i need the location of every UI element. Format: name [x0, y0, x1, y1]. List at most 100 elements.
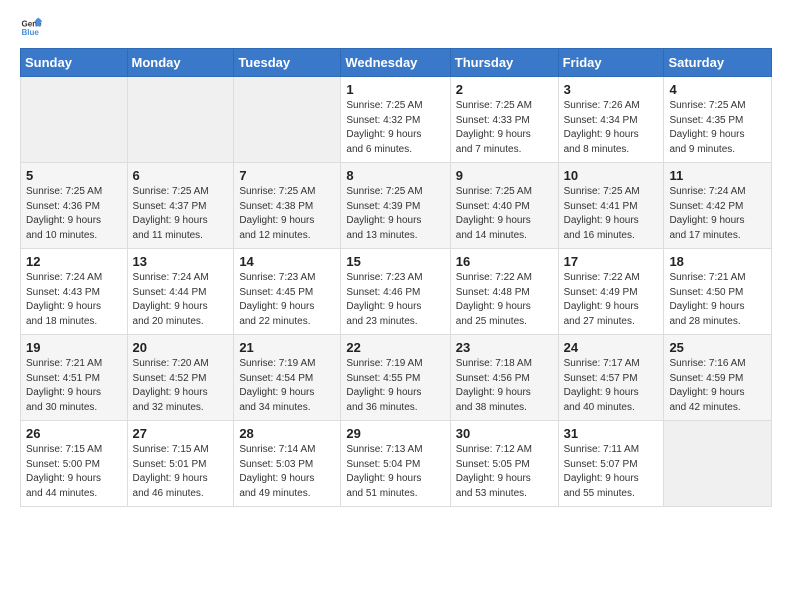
calendar-cell: 27Sunrise: 7:15 AMSunset: 5:01 PMDayligh… — [127, 421, 234, 507]
day-info: Sunrise: 7:19 AMSunset: 4:54 PMDaylight:… — [239, 357, 335, 415]
day-info: Sunrise: 7:22 AMSunset: 4:49 PMDaylight:… — [564, 271, 659, 329]
day-info: Sunrise: 7:13 AMSunset: 5:04 PMDaylight:… — [346, 443, 444, 501]
day-info: Sunrise: 7:15 AMSunset: 5:00 PMDaylight:… — [26, 443, 122, 501]
day-number: 31 — [564, 426, 659, 441]
calendar-cell: 9 Sunrise: 7:25 AMSunset: 4:40 PMDaylight… — [450, 163, 558, 249]
day-number: 15 — [346, 254, 444, 269]
calendar-cell: 26Sunrise: 7:15 AMSunset: 5:00 PMDayligh… — [21, 421, 128, 507]
calendar-cell: 17Sunrise: 7:22 AMSunset: 4:49 PMDayligh… — [558, 249, 664, 335]
weekday-header: Thursday — [450, 49, 558, 77]
day-number: 20 — [133, 340, 229, 355]
day-number: 18 — [669, 254, 766, 269]
calendar-cell: 21Sunrise: 7:19 AMSunset: 4:54 PMDayligh… — [234, 335, 341, 421]
day-info: Sunrise: 7:11 AMSunset: 5:07 PMDaylight:… — [564, 443, 659, 501]
calendar-cell — [234, 77, 341, 163]
day-number: 5 — [26, 168, 122, 183]
day-number: 16 — [456, 254, 553, 269]
day-number: 28 — [239, 426, 335, 441]
svg-text:Blue: Blue — [21, 28, 39, 37]
day-info: Sunrise: 7:25 AMSunset: 4:40 PMDaylight:… — [456, 185, 553, 243]
calendar-cell: 25 Sunrise: 7:16 AMSunset: 4:59 PMDayligh… — [664, 335, 772, 421]
calendar-cell: 22 Sunrise: 7:19 AMSunset: 4:55 PMDayligh… — [341, 335, 450, 421]
calendar-cell: 24 Sunrise: 7:17 AMSunset: 4:57 PMDayligh… — [558, 335, 664, 421]
day-info: Sunrise: 7:25 AMSunset: 4:37 PMDaylight:… — [133, 185, 229, 243]
logo: General Blue — [20, 16, 46, 38]
calendar-cell: 14 Sunrise: 7:23 AMSunset: 4:45 PMDayligh… — [234, 249, 341, 335]
day-info: Sunrise: 7:25 AMSunset: 4:32 PMDaylight:… — [346, 99, 444, 157]
day-info: Sunrise: 7:26 AMSunset: 4:34 PMDaylight:… — [564, 99, 659, 157]
day-info: Sunrise: 7:14 AMSunset: 5:03 PMDaylight:… — [239, 443, 335, 501]
day-info: Sunrise: 7:23 AMSunset: 4:45 PMDaylight:… — [239, 271, 335, 329]
calendar-cell: 30Sunrise: 7:12 AMSunset: 5:05 PMDayligh… — [450, 421, 558, 507]
day-number: 19 — [26, 340, 122, 355]
page-container: General Blue SundayMondayTuesdayWednesda… — [0, 0, 792, 527]
day-number: 23 — [456, 340, 553, 355]
day-info: Sunrise: 7:19 AMSunset: 4:55 PMDaylight:… — [346, 357, 444, 415]
day-number: 27 — [133, 426, 229, 441]
calendar-cell: 13 Sunrise: 7:24 AMSunset: 4:44 PMDayligh… — [127, 249, 234, 335]
calendar-cell: 1 Sunrise: 7:25 AMSunset: 4:32 PMDaylight… — [341, 77, 450, 163]
calendar-cell: 19Sunrise: 7:21 AMSunset: 4:51 PMDayligh… — [21, 335, 128, 421]
day-number: 14 — [239, 254, 335, 269]
day-number: 9 — [456, 168, 553, 183]
day-info: Sunrise: 7:24 AMSunset: 4:42 PMDaylight:… — [669, 185, 766, 243]
day-info: Sunrise: 7:20 AMSunset: 4:52 PMDaylight:… — [133, 357, 229, 415]
day-number: 24 — [564, 340, 659, 355]
weekday-header: Tuesday — [234, 49, 341, 77]
weekday-header: Monday — [127, 49, 234, 77]
calendar-cell — [127, 77, 234, 163]
calendar-cell: 12 Sunrise: 7:24 AMSunset: 4:43 PMDayligh… — [21, 249, 128, 335]
day-info: Sunrise: 7:25 AMSunset: 4:35 PMDaylight:… — [669, 99, 766, 157]
day-number: 12 — [26, 254, 122, 269]
calendar-week-row: 5Sunrise: 7:25 AMSunset: 4:36 PMDaylight… — [21, 163, 772, 249]
day-number: 2 — [456, 82, 553, 97]
calendar-cell: 7 Sunrise: 7:25 AMSunset: 4:38 PMDaylight… — [234, 163, 341, 249]
calendar-header-row: SundayMondayTuesdayWednesdayThursdayFrid… — [21, 49, 772, 77]
weekday-header: Friday — [558, 49, 664, 77]
logo-icon: General Blue — [20, 16, 42, 38]
calendar-cell: 5Sunrise: 7:25 AMSunset: 4:36 PMDaylight… — [21, 163, 128, 249]
calendar-cell: 28 Sunrise: 7:14 AMSunset: 5:03 PMDayligh… — [234, 421, 341, 507]
calendar-week-row: 1 Sunrise: 7:25 AMSunset: 4:32 PMDaylight… — [21, 77, 772, 163]
calendar-cell: 16 Sunrise: 7:22 AMSunset: 4:48 PMDayligh… — [450, 249, 558, 335]
calendar-week-row: 19Sunrise: 7:21 AMSunset: 4:51 PMDayligh… — [21, 335, 772, 421]
day-number: 8 — [346, 168, 444, 183]
day-number: 10 — [564, 168, 659, 183]
day-info: Sunrise: 7:17 AMSunset: 4:57 PMDaylight:… — [564, 357, 659, 415]
calendar-cell: 29Sunrise: 7:13 AMSunset: 5:04 PMDayligh… — [341, 421, 450, 507]
day-info: Sunrise: 7:25 AMSunset: 4:38 PMDaylight:… — [239, 185, 335, 243]
day-number: 4 — [669, 82, 766, 97]
calendar-cell — [21, 77, 128, 163]
calendar-cell: 20 Sunrise: 7:20 AMSunset: 4:52 PMDayligh… — [127, 335, 234, 421]
day-number: 13 — [133, 254, 229, 269]
day-info: Sunrise: 7:16 AMSunset: 4:59 PMDaylight:… — [669, 357, 766, 415]
day-number: 3 — [564, 82, 659, 97]
calendar-cell: 11 Sunrise: 7:24 AMSunset: 4:42 PMDayligh… — [664, 163, 772, 249]
calendar-week-row: 12 Sunrise: 7:24 AMSunset: 4:43 PMDayligh… — [21, 249, 772, 335]
day-info: Sunrise: 7:25 AMSunset: 4:41 PMDaylight:… — [564, 185, 659, 243]
day-number: 30 — [456, 426, 553, 441]
day-info: Sunrise: 7:18 AMSunset: 4:56 PMDaylight:… — [456, 357, 553, 415]
day-info: Sunrise: 7:24 AMSunset: 4:44 PMDaylight:… — [133, 271, 229, 329]
day-info: Sunrise: 7:25 AMSunset: 4:33 PMDaylight:… — [456, 99, 553, 157]
day-info: Sunrise: 7:24 AMSunset: 4:43 PMDaylight:… — [26, 271, 122, 329]
day-number: 1 — [346, 82, 444, 97]
calendar-cell: 10 Sunrise: 7:25 AMSunset: 4:41 PMDayligh… — [558, 163, 664, 249]
calendar-cell: 18 Sunrise: 7:21 AMSunset: 4:50 PMDayligh… — [664, 249, 772, 335]
weekday-header: Sunday — [21, 49, 128, 77]
day-number: 25 — [669, 340, 766, 355]
day-number: 7 — [239, 168, 335, 183]
day-number: 11 — [669, 168, 766, 183]
calendar-table: SundayMondayTuesdayWednesdayThursdayFrid… — [20, 48, 772, 507]
day-info: Sunrise: 7:21 AMSunset: 4:50 PMDaylight:… — [669, 271, 766, 329]
calendar-cell: 4 Sunrise: 7:25 AMSunset: 4:35 PMDaylight… — [664, 77, 772, 163]
weekday-header: Saturday — [664, 49, 772, 77]
calendar-cell: 15Sunrise: 7:23 AMSunset: 4:46 PMDayligh… — [341, 249, 450, 335]
calendar-cell: 3 Sunrise: 7:26 AMSunset: 4:34 PMDaylight… — [558, 77, 664, 163]
header: General Blue — [20, 16, 772, 38]
calendar-cell: 31 Sunrise: 7:11 AMSunset: 5:07 PMDayligh… — [558, 421, 664, 507]
day-number: 22 — [346, 340, 444, 355]
day-info: Sunrise: 7:22 AMSunset: 4:48 PMDaylight:… — [456, 271, 553, 329]
weekday-header: Wednesday — [341, 49, 450, 77]
calendar-cell: 23 Sunrise: 7:18 AMSunset: 4:56 PMDayligh… — [450, 335, 558, 421]
